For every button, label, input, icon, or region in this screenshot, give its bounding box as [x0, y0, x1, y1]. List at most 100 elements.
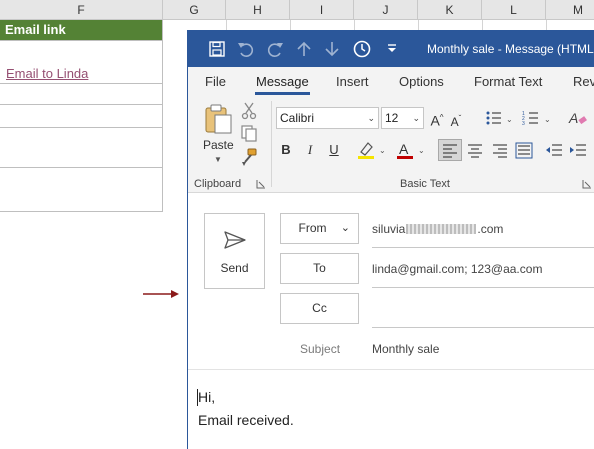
column-header-k[interactable]: K [418, 0, 482, 20]
chevron-down-icon[interactable]: ⌄ [379, 146, 386, 155]
from-divider [372, 247, 594, 248]
bullets-icon[interactable] [484, 108, 504, 128]
tab-review[interactable]: Rev [573, 74, 594, 89]
group-separator [271, 101, 272, 187]
align-center-icon[interactable] [465, 140, 485, 160]
send-icon [224, 231, 246, 249]
row-border [0, 104, 163, 105]
column-header-h[interactable]: H [226, 0, 290, 20]
to-field[interactable]: linda@gmail.com; 123@aa.com [372, 262, 542, 276]
send-button[interactable]: Send [204, 213, 265, 289]
column-header-j[interactable]: J [354, 0, 418, 20]
font-size-value: 12 [385, 111, 399, 125]
from-value[interactable]: siluvia .com [372, 222, 503, 236]
column-header-m[interactable]: M [546, 0, 594, 20]
row-border [0, 167, 163, 168]
font-size-combo[interactable]: 12 ⌄ [381, 107, 424, 129]
numbering-icon[interactable]: 1 2 3 [521, 108, 541, 128]
from-value-prefix: siluvia [372, 222, 406, 236]
from-button[interactable]: From ⌄ [280, 213, 359, 244]
column-header-l[interactable]: L [482, 0, 546, 20]
to-divider [372, 287, 594, 288]
copy-icon[interactable] [239, 123, 259, 143]
grid-line [290, 20, 291, 30]
decrease-indent-icon[interactable] [544, 140, 564, 160]
tab-format-text[interactable]: Format Text [474, 74, 542, 89]
ribbon: Paste ▼ Clipboard Calibri ⌄ 12 ⌄ A^ Aˇ ⌄… [188, 97, 594, 193]
chevron-down-icon: ⌄ [340, 222, 350, 234]
grid-line [354, 20, 355, 30]
align-right-icon[interactable] [490, 140, 510, 160]
arrow-down-icon[interactable] [322, 39, 342, 59]
grid-line [482, 20, 483, 30]
grid-line [226, 20, 227, 30]
from-value-suffix: .com [477, 222, 504, 236]
to-button[interactable]: To [280, 253, 359, 284]
from-label: From [298, 221, 327, 235]
cut-icon[interactable] [239, 100, 259, 120]
column-header-i[interactable]: I [290, 0, 354, 20]
cc-button[interactable]: Cc [280, 293, 359, 324]
clock-icon[interactable] [352, 39, 372, 59]
chevron-down-icon[interactable]: ⌄ [418, 146, 425, 155]
column-header-f[interactable]: F [0, 0, 163, 20]
cc-divider [372, 327, 594, 328]
bold-button[interactable]: B [278, 140, 294, 160]
clipboard-group-label: Clipboard [194, 178, 242, 190]
customize-toolbar-icon[interactable] [382, 39, 402, 59]
message-body-line-1[interactable]: Hi, [198, 389, 215, 405]
clear-formatting-icon[interactable]: A [567, 108, 587, 128]
format-painter-icon[interactable] [239, 147, 259, 167]
chevron-down-icon: ⌄ [367, 113, 375, 123]
ribbon-tabs: File Message Insert Options Format Text … [188, 67, 594, 97]
row-border [0, 83, 163, 84]
row-border [0, 40, 163, 41]
column-header-g[interactable]: G [163, 0, 226, 20]
underline-button[interactable]: U [326, 140, 342, 160]
subject-field[interactable]: Monthly sale [372, 342, 439, 356]
basic-text-launcher-icon[interactable] [582, 179, 592, 189]
row-border [0, 211, 163, 212]
highlight-icon[interactable] [356, 140, 376, 160]
justify-icon[interactable] [514, 140, 534, 160]
svg-text:A: A [399, 141, 409, 157]
arrow-up-icon[interactable] [294, 39, 314, 59]
undo-icon[interactable] [236, 39, 256, 59]
email-to-linda-link[interactable]: Email to Linda [6, 66, 88, 81]
excel-column-headers: F G H I J K L M [0, 0, 594, 20]
svg-text:A: A [568, 110, 578, 126]
chevron-down-icon[interactable]: ⌄ [506, 115, 513, 124]
red-arrow-icon [143, 290, 179, 298]
body-divider [188, 369, 594, 370]
svg-text:3: 3 [522, 121, 525, 127]
paste-label[interactable]: Paste [203, 138, 234, 152]
grow-font-icon[interactable]: A^ [428, 108, 446, 131]
paste-icon[interactable] [204, 103, 234, 135]
save-icon[interactable] [207, 39, 227, 59]
font-name-combo[interactable]: Calibri ⌄ [276, 107, 379, 129]
basic-text-group-label: Basic Text [400, 178, 450, 190]
message-body-line-2[interactable]: Email received. [198, 412, 294, 428]
tab-insert[interactable]: Insert [336, 74, 369, 89]
grid-line [546, 20, 547, 30]
email-link-header-cell[interactable]: Email link [0, 20, 163, 40]
outlook-message-window: Monthly sale - Message (HTML File Messag… [187, 30, 594, 449]
redacted-text [406, 224, 477, 234]
italic-button[interactable]: I [302, 140, 318, 160]
title-bar: Monthly sale - Message (HTML [188, 30, 594, 67]
redo-icon[interactable] [265, 39, 285, 59]
window-title: Monthly sale - Message (HTML [427, 42, 594, 56]
send-label: Send [220, 261, 249, 275]
chevron-down-icon[interactable]: ⌄ [544, 115, 551, 124]
increase-indent-icon[interactable] [568, 140, 588, 160]
tab-options[interactable]: Options [399, 74, 444, 89]
font-name-value: Calibri [280, 111, 315, 125]
clipboard-launcher-icon[interactable] [256, 179, 266, 189]
tab-file[interactable]: File [205, 74, 226, 89]
active-tab-indicator [255, 92, 310, 95]
shrink-font-icon[interactable]: Aˇ [447, 109, 465, 132]
font-color-icon[interactable]: A [395, 140, 415, 160]
grid-line [418, 20, 419, 30]
paste-dropdown-icon[interactable]: ▼ [214, 155, 222, 164]
tab-message[interactable]: Message [256, 74, 309, 89]
